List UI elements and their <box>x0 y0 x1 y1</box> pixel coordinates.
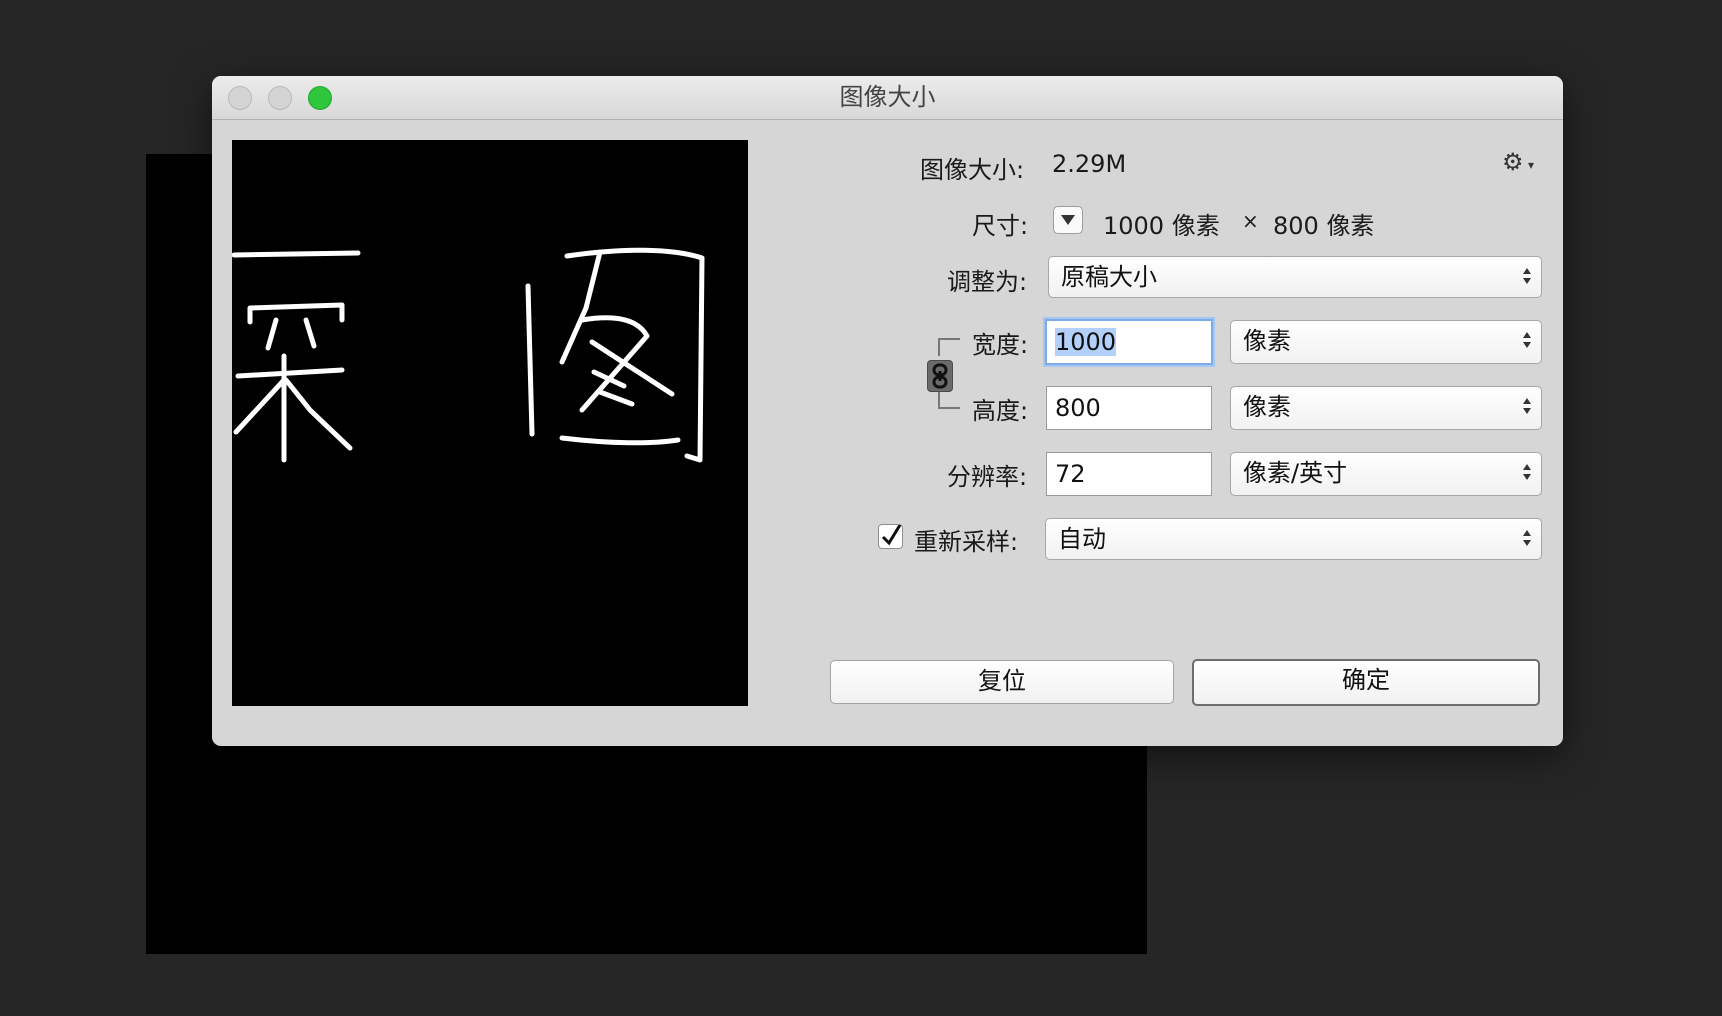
image-size-value: 2.29M <box>1052 150 1127 178</box>
resample-value: 自动 <box>1058 525 1106 553</box>
chevron-down-icon: ▾ <box>1528 158 1535 172</box>
settings-menu-button[interactable]: ⚙ ▾ <box>1502 148 1544 176</box>
link-bracket-top <box>938 338 960 356</box>
image-size-label: 图像大小: <box>920 156 1025 184</box>
up-down-arrows-icon <box>1523 268 1531 284</box>
chevron-down-icon <box>1061 215 1075 225</box>
link-bracket-bottom <box>938 391 960 409</box>
resolution-unit-select[interactable]: 像素/英寸 <box>1230 452 1542 496</box>
dimensions-unit-menu[interactable] <box>1053 206 1083 234</box>
dimensions-label: 尺寸: <box>972 212 1029 240</box>
dimensions-width-value: 1000 像素 <box>1103 212 1220 240</box>
chain-link-icon <box>932 363 948 389</box>
resolution-label: 分辨率: <box>947 463 1028 491</box>
gear-icon: ⚙ <box>1502 148 1524 176</box>
resample-select[interactable]: 自动 <box>1045 518 1542 560</box>
resample-label: 重新采样: <box>914 528 1019 556</box>
resolution-unit-value: 像素/英寸 <box>1243 459 1348 487</box>
resolution-input[interactable]: 72 <box>1046 452 1212 496</box>
width-value: 1000 <box>1055 328 1117 356</box>
resample-checkbox[interactable] <box>878 524 903 549</box>
up-down-arrows-icon <box>1523 530 1531 546</box>
resolution-value: 72 <box>1055 460 1086 488</box>
width-label: 宽度: <box>972 331 1029 359</box>
up-down-arrows-icon <box>1523 332 1531 348</box>
preview-strokes <box>231 247 705 463</box>
height-unit-value: 像素 <box>1243 393 1291 421</box>
width-unit-value: 像素 <box>1243 327 1291 355</box>
width-input[interactable]: 1000 <box>1045 319 1213 365</box>
up-down-arrows-icon <box>1523 464 1531 480</box>
ok-button[interactable]: 确定 <box>1192 659 1540 706</box>
fit-to-label: 调整为: <box>947 268 1028 296</box>
constrain-proportions-toggle[interactable] <box>927 360 953 392</box>
fit-to-select[interactable]: 原稿大小 <box>1048 256 1542 298</box>
height-unit-select[interactable]: 像素 <box>1230 386 1542 430</box>
image-preview[interactable] <box>231 140 748 706</box>
reset-button[interactable]: 复位 <box>830 660 1174 704</box>
image-size-dialog: 图像大小 图像大小: 2.29M ⚙ ▾ 尺寸: 1000 像素 × 800 像… <box>212 76 1563 746</box>
title-bar: 图像大小 <box>212 76 1563 120</box>
up-down-arrows-icon <box>1523 398 1531 414</box>
dimensions-height-value: 800 像素 <box>1273 212 1375 240</box>
height-input[interactable]: 800 <box>1046 386 1212 430</box>
checkmark-icon <box>881 524 902 546</box>
fit-to-value: 原稿大小 <box>1061 263 1157 291</box>
height-label: 高度: <box>972 397 1029 425</box>
dimensions-times: × <box>1242 209 1259 233</box>
window-title: 图像大小 <box>839 83 936 111</box>
height-value: 800 <box>1055 394 1101 422</box>
width-unit-select[interactable]: 像素 <box>1230 320 1542 364</box>
